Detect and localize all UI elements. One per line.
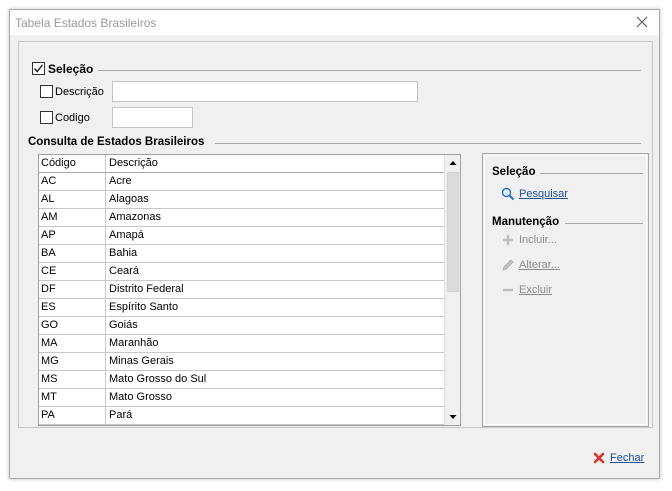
cell-descricao: Alagoas (109, 193, 149, 205)
descricao-input[interactable] (112, 81, 418, 102)
descricao-label: Descrição (55, 86, 104, 98)
states-grid: Código Descrição AC Acre AL Alagoas AM Amazon… (38, 154, 461, 426)
side-selecao-title: Seleção (492, 166, 536, 178)
main-panel: Seleção Descrição Codigo Consulta de Est… (18, 41, 653, 428)
close-icon[interactable] (635, 15, 649, 29)
table-row[interactable]: MA Maranhão (39, 335, 444, 353)
cell-codigo: MT (39, 389, 106, 406)
cell-codigo: MA (39, 335, 106, 352)
side-manutencao-title: Manutenção (492, 216, 560, 228)
cell-codigo: CE (39, 263, 106, 280)
cell-descricao: Minas Gerais (109, 355, 174, 367)
cell-codigo: AL (39, 191, 106, 208)
codigo-input[interactable] (112, 107, 193, 128)
cell-descricao: Mato Grosso (109, 391, 172, 403)
table-row[interactable]: MS Mato Grosso do Sul (39, 371, 444, 389)
cell-codigo: MG (39, 353, 106, 370)
table-row[interactable]: DF Distrito Federal (39, 281, 444, 299)
cell-codigo: BA (39, 245, 106, 262)
close-red-x-icon (592, 451, 606, 465)
pesquisar-label: Pesquisar (519, 188, 568, 200)
table-row[interactable]: GO Goiás (39, 317, 444, 335)
cell-codigo: AM (39, 209, 106, 226)
cell-descricao: Distrito Federal (109, 283, 184, 295)
cell-descricao: Ceará (109, 265, 139, 277)
selecao-group-title: Seleção (48, 62, 94, 76)
table-row[interactable]: ES Espírito Santo (39, 299, 444, 317)
minus-icon (501, 283, 515, 297)
plus-icon (501, 233, 515, 247)
excluir-label: Excluir (519, 284, 553, 296)
scroll-up-arrow-icon[interactable] (445, 155, 460, 172)
cell-codigo: AC (39, 173, 106, 190)
scroll-thumb[interactable] (447, 172, 459, 292)
grid-body: Código Descrição AC Acre AL Alagoas AM Amazon… (39, 155, 444, 425)
actions-panel: Seleção Pesquisar Manutenção Incluir... (482, 153, 649, 427)
table-row[interactable]: AC Acre (39, 173, 444, 191)
table-row[interactable]: MT Mato Grosso (39, 389, 444, 407)
side-selecao-divider (540, 173, 643, 174)
cell-descricao: Maranhão (109, 337, 159, 349)
fechar-label: Fechar (610, 452, 645, 464)
grid-header: Código Descrição (39, 155, 444, 173)
table-row[interactable]: AL Alagoas (39, 191, 444, 209)
cell-descricao: Amapá (109, 229, 144, 241)
consulta-divider (215, 143, 641, 144)
cell-codigo: PA (39, 407, 106, 424)
table-row[interactable]: PA Pará (39, 407, 444, 425)
cell-descricao: Pará (109, 409, 133, 421)
cell-codigo: AP (39, 227, 106, 244)
table-row[interactable]: AP Amapá (39, 227, 444, 245)
incluir-label: Incluir... (519, 234, 557, 246)
selecao-divider (98, 70, 641, 71)
table-row[interactable]: BA Bahia (39, 245, 444, 263)
cell-codigo: MS (39, 371, 106, 388)
table-row[interactable]: AM Amazonas (39, 209, 444, 227)
column-header-descricao[interactable]: Descrição (106, 155, 444, 172)
scroll-down-arrow-icon[interactable] (445, 408, 460, 425)
title-bar: Tabela Estados Brasileiros (10, 10, 659, 35)
grid-scrollbar[interactable] (444, 155, 460, 425)
cell-codigo: DF (39, 281, 106, 298)
codigo-checkbox[interactable] (40, 111, 53, 124)
pencil-icon (501, 258, 515, 272)
column-header-codigo[interactable]: Código (39, 155, 106, 172)
consulta-group-title: Consulta de Estados Brasileiros (28, 136, 205, 148)
descricao-checkbox[interactable] (40, 85, 53, 98)
cell-descricao: Mato Grosso do Sul (109, 373, 207, 385)
cell-descricao: Acre (109, 175, 132, 187)
side-manutencao-divider (565, 223, 643, 224)
dialog-window: Tabela Estados Brasileiros Seleção Descr… (9, 9, 660, 479)
window-title: Tabela Estados Brasileiros (15, 16, 157, 30)
cell-codigo: ES (39, 299, 106, 316)
table-row[interactable]: CE Ceará (39, 263, 444, 281)
table-row[interactable]: MG Minas Gerais (39, 353, 444, 371)
selecao-checkbox[interactable] (32, 62, 45, 75)
alterar-label: Alterar... (519, 259, 560, 271)
cell-descricao: Amazonas (109, 211, 161, 223)
cell-codigo: GO (39, 317, 106, 334)
cell-descricao: Bahia (109, 247, 138, 259)
cell-descricao: Goiás (109, 319, 138, 331)
search-icon (501, 187, 515, 201)
codigo-label: Codigo (55, 112, 90, 124)
cell-descricao: Espírito Santo (109, 301, 179, 313)
